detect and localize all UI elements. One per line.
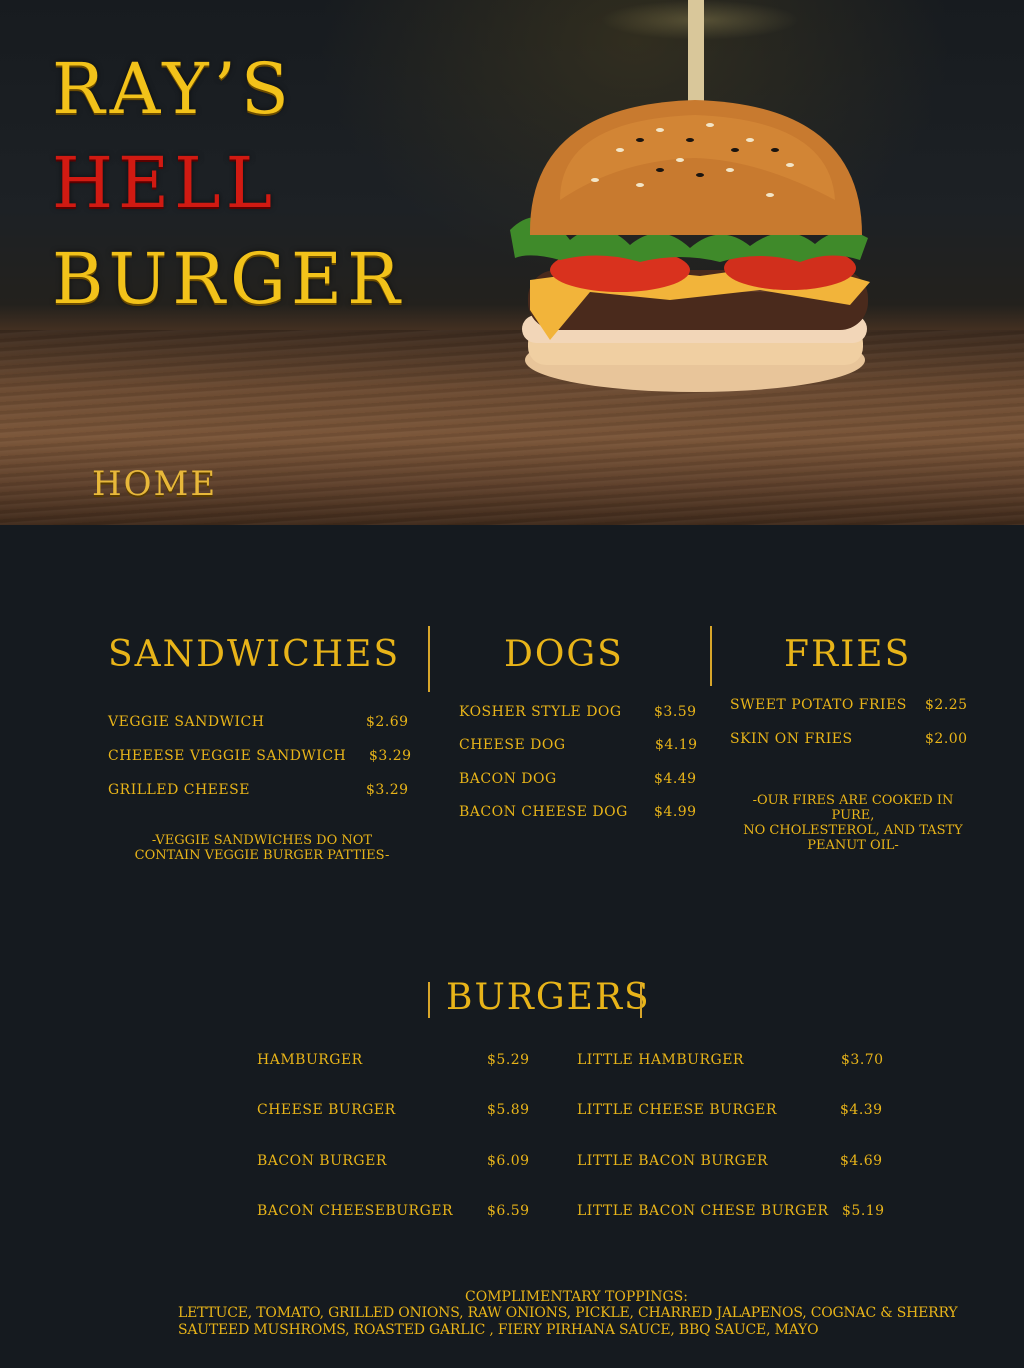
- menu-item-price: $3.29: [366, 782, 409, 798]
- hero-banner: RAY’S HELL BURGER HOME: [0, 0, 1024, 525]
- sandwiches-note: -VEGGIE SANDWICHES DO NOT CONTAIN VEGGIE…: [100, 833, 424, 863]
- note-line: CONTAIN VEGGIE BURGER PATTIES-: [134, 848, 390, 863]
- nav-home-link[interactable]: HOME: [92, 464, 217, 504]
- note-line: -OUR FIRES ARE COOKED IN PURE,: [752, 793, 954, 823]
- menu-item-price: $4.49: [654, 771, 697, 787]
- toppings-line: SAUTEED MUSHROMS, ROASTED GARLIC , FIERY…: [178, 1322, 819, 1338]
- menu-item-price: $4.39: [840, 1102, 883, 1118]
- menu-item-name: LITTLE BACON CHESE BURGER: [577, 1203, 829, 1219]
- menu-item-price: $3.29: [369, 748, 412, 764]
- burgers-divider-left: [428, 982, 430, 1018]
- note-line: NO CHOLESTEROL, AND TASTY: [743, 823, 963, 838]
- note-line: -VEGGIE SANDWICHES DO NOT: [151, 833, 373, 848]
- column-divider: [428, 626, 430, 692]
- menu-item-name: BACON DOG: [459, 771, 557, 787]
- menu-item-name: SKIN ON FRIES: [730, 731, 853, 747]
- menu-item-price: $4.19: [655, 737, 698, 753]
- fries-title: FRIES: [784, 634, 912, 675]
- toppings-title: COMPLIMENTARY TOPPINGS:: [465, 1289, 688, 1305]
- title-line-burger: BURGER: [52, 238, 405, 320]
- column-divider: [710, 626, 712, 686]
- menu-item-name: BACON CHEESEBURGER: [257, 1203, 454, 1219]
- menu-item-price: $3.59: [654, 704, 697, 720]
- menu-item-price: $4.99: [654, 804, 697, 820]
- sandwiches-title: SANDWICHES: [108, 634, 401, 675]
- menu-item-name: GRILLED CHEESE: [108, 782, 250, 798]
- burgers-divider-right: [640, 982, 642, 1018]
- dogs-title: DOGS: [504, 634, 624, 675]
- menu-item-name: LITTLE HAMBURGER: [577, 1052, 744, 1068]
- menu-item-name: SWEET POTATO FRIES: [730, 697, 907, 713]
- note-line: PEANUT OIL-: [807, 838, 899, 853]
- menu-item-name: CHEEESE VEGGIE SANDWICH: [108, 748, 347, 764]
- menu-item-name: KOSHER STYLE DOG: [459, 704, 622, 720]
- title-line-rays: RAY’S: [52, 48, 294, 130]
- menu-item-price: $5.29: [487, 1052, 530, 1068]
- menu-item-name: VEGGIE SANDWICH: [108, 714, 265, 730]
- menu-item-price: $5.89: [487, 1102, 530, 1118]
- menu-item-name: CHEESE BURGER: [257, 1102, 396, 1118]
- menu-item-price: $4.69: [840, 1153, 883, 1169]
- menu-item-name: BACON CHEESE DOG: [459, 804, 628, 820]
- menu-item-price: $5.19: [842, 1203, 885, 1219]
- toppings-line: LETTUCE, TOMATO, GRILLED ONIONS, RAW ONI…: [178, 1305, 958, 1321]
- menu-item-price: $6.59: [487, 1203, 530, 1219]
- menu-item-name: LITTLE CHEESE BURGER: [577, 1102, 777, 1118]
- menu-item-price: $3.70: [841, 1052, 884, 1068]
- burger-photo: [510, 0, 870, 392]
- menu-item-price: $6.09: [487, 1153, 530, 1169]
- menu-item-name: BACON BURGER: [257, 1153, 387, 1169]
- menu-item-name: HAMBURGER: [257, 1052, 363, 1068]
- burgers-title: BURGERS: [446, 977, 651, 1018]
- fries-note: -OUR FIRES ARE COOKED IN PURE, NO CHOLES…: [730, 793, 976, 853]
- title-line-hell: HELL: [52, 142, 278, 224]
- menu-item-name: CHEESE DOG: [459, 737, 566, 753]
- skewer-icon: [688, 0, 704, 105]
- menu-item-price: $2.69: [366, 714, 409, 730]
- menu-item-name: LITTLE BACON BURGER: [577, 1153, 769, 1169]
- menu-item-price: $2.00: [925, 731, 968, 747]
- menu-item-price: $2.25: [925, 697, 968, 713]
